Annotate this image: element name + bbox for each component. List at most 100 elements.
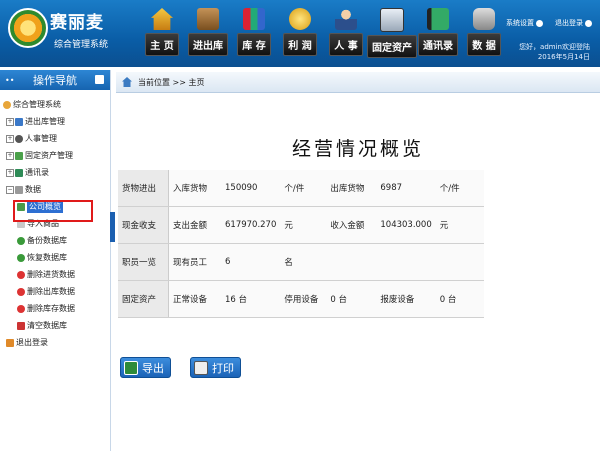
collapse-node-icon[interactable]: − — [6, 185, 14, 194]
table-cell — [376, 243, 436, 281]
table-cell: 16 台 — [221, 280, 281, 318]
tree-item-delete-purchase[interactable]: 删除进货数据 — [0, 266, 110, 283]
nav-home-label: 主 页 — [145, 33, 179, 56]
export-button[interactable]: 导出 — [120, 357, 171, 378]
table-cell: 0 台 — [435, 280, 484, 318]
logout-link[interactable]: 退出登录 — [555, 18, 592, 28]
row-header: 货物进出 — [118, 170, 169, 207]
coins-icon — [289, 8, 311, 30]
table-cell: 元 — [280, 206, 327, 244]
nav-personnel-label: 人 事 — [329, 33, 363, 56]
table-row: 现金收支 支出金额 617970.270 元 收入金额 104303.000 元 — [118, 206, 484, 244]
tree-item-logout[interactable]: 退出登录 — [0, 334, 110, 351]
top-nav: 主 页 进出库 库 存 利 润 人 事 固定资产 通讯录 数 据 — [140, 8, 508, 58]
pin-icon[interactable] — [95, 75, 104, 84]
table-cell: 收入金额 — [326, 206, 377, 244]
table-cell: 150090 — [221, 170, 281, 207]
expand-icon[interactable]: + — [6, 168, 14, 177]
home-icon — [122, 77, 132, 87]
tree-item-data[interactable]: − 数据 — [0, 181, 110, 198]
breadcrumb: 当前位置 >> 主页 — [116, 72, 600, 93]
app-title: 赛丽麦 — [50, 13, 104, 33]
tree-item-backup[interactable]: 备份数据库 — [0, 232, 110, 249]
table-cell: 名 — [280, 243, 327, 281]
login-date: 2016年5月14日 — [537, 53, 590, 61]
tree-item-restore[interactable]: 恢复数据库 — [0, 249, 110, 266]
table-cell — [326, 243, 377, 281]
tree-item-contacts[interactable]: + 通讯录 — [0, 164, 110, 181]
table-cell: 6987 — [376, 170, 436, 207]
settings-link[interactable]: 系统设置 — [506, 18, 543, 28]
sidebar-title: 操作导航 — [33, 74, 77, 87]
tree-item-delete-stock[interactable]: 删除库存数据 — [0, 300, 110, 317]
gear-icon — [536, 19, 543, 27]
tree-item-delete-outbound[interactable]: 删除出库数据 — [0, 283, 110, 300]
books-icon — [243, 8, 265, 30]
tree-item-assets[interactable]: + 固定资产管理 — [0, 147, 110, 164]
tree-root[interactable]: 综合管理系统 — [0, 96, 110, 113]
tree-item-personnel[interactable]: + 人事管理 — [0, 130, 110, 147]
table-cell: 入库货物 — [168, 170, 221, 207]
row-header: 现金收支 — [118, 206, 169, 244]
table-cell: 出库货物 — [326, 170, 377, 207]
nav-contacts-label: 通讯录 — [418, 33, 458, 56]
table-cell: 个/件 — [435, 170, 484, 207]
expand-icon[interactable]: + — [6, 151, 14, 160]
table-cell: 现有员工 — [168, 243, 221, 281]
clear-icon — [17, 321, 25, 330]
page-title: 经营情况概览 — [291, 138, 424, 160]
delete-icon — [17, 304, 25, 313]
nav-profit[interactable]: 利 润 — [278, 8, 322, 58]
logo-icon — [8, 8, 48, 48]
house-icon — [151, 8, 173, 30]
top-links: 系统设置 退出登录 — [506, 18, 592, 28]
tree-root-icon — [3, 100, 11, 109]
printer-icon — [194, 360, 208, 375]
selection-highlight — [13, 200, 93, 222]
excel-icon — [124, 360, 138, 375]
app-subtitle: 综合管理系统 — [54, 40, 109, 50]
table-row: 货物进出 入库货物 150090 个/件 出库货物 6987 个/件 — [118, 170, 484, 207]
computer-icon — [380, 8, 404, 32]
nav-personnel[interactable]: 人 事 — [324, 8, 368, 58]
address-book-icon — [427, 8, 449, 30]
monitor-icon — [15, 151, 23, 160]
table-cell: 104303.000 — [376, 206, 436, 244]
nav-data[interactable]: 数 据 — [462, 8, 506, 58]
tree-item-inout[interactable]: + 进出库管理 — [0, 113, 110, 130]
table-cell: 6 — [221, 243, 281, 281]
expand-icon[interactable]: + — [6, 117, 14, 126]
nav-home[interactable]: 主 页 — [140, 8, 184, 58]
restore-icon — [17, 253, 25, 262]
table-cell — [435, 243, 484, 281]
database-icon — [15, 185, 23, 194]
nav-stock[interactable]: 库 存 — [232, 8, 276, 58]
person-icon — [335, 8, 357, 30]
database-icon — [473, 8, 495, 30]
breadcrumb-text: 当前位置 >> 主页 — [138, 77, 205, 87]
expand-icon[interactable]: + — [6, 134, 14, 143]
backup-icon — [17, 236, 25, 245]
book-icon — [15, 168, 23, 177]
table-cell: 支出金额 — [168, 206, 221, 244]
nav-assets[interactable]: 固定资产 — [367, 8, 417, 58]
exit-icon — [6, 338, 14, 347]
table-cell: 报废设备 — [376, 280, 436, 318]
power-icon — [585, 19, 592, 27]
header: 赛丽麦 综合管理系统 主 页 进出库 库 存 利 润 人 事 固定资产 通讯录 … — [0, 0, 600, 67]
folder-icon — [15, 117, 23, 126]
table-cell: 停用设备 — [280, 280, 327, 318]
tree-item-clear-db[interactable]: 清空数据库 — [0, 317, 110, 334]
nav-contacts[interactable]: 通讯录 — [416, 8, 460, 58]
sidebar-toggle[interactable] — [110, 212, 115, 242]
row-header: 职员一览 — [118, 243, 169, 281]
table-cell: 0 台 — [326, 280, 377, 318]
nav-profit-label: 利 润 — [283, 33, 317, 56]
delete-icon — [17, 270, 25, 279]
print-button[interactable]: 打印 — [190, 357, 241, 378]
person-icon — [15, 134, 23, 143]
user-info: 您好，admin欢迎登陆 2016年5月14日 — [519, 42, 590, 62]
nav-inout[interactable]: 进出库 — [186, 8, 230, 58]
collapse-icon[interactable]: •• — [5, 76, 14, 85]
table-cell: 个/件 — [280, 170, 327, 207]
